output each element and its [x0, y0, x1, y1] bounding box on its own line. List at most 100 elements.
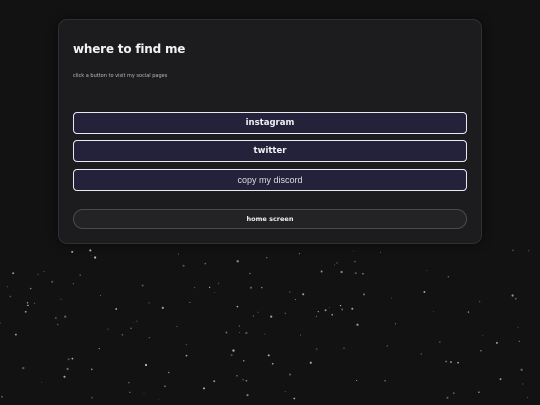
star-dot	[351, 307, 354, 310]
star-dot	[266, 257, 268, 259]
star-dot	[43, 271, 45, 273]
star-dot	[22, 366, 25, 370]
star-dot	[249, 286, 253, 289]
star-dot	[14, 333, 17, 336]
star-dot	[340, 270, 343, 274]
star-dot	[261, 286, 263, 289]
star-dot	[420, 353, 422, 355]
star-dot	[426, 269, 428, 272]
star-dot	[71, 250, 74, 253]
star-dot	[356, 323, 359, 326]
star-dot	[526, 396, 529, 399]
twitter-button[interactable]: twitter	[73, 140, 467, 162]
home-screen-button[interactable]: home screen	[73, 209, 467, 229]
star-dot	[298, 252, 301, 255]
star-dot	[329, 307, 330, 309]
star-dot	[294, 299, 296, 301]
star-dot	[302, 293, 305, 296]
star-dot	[315, 348, 318, 350]
star-dot	[189, 302, 191, 303]
star-dot	[317, 310, 319, 313]
star-dot	[356, 379, 358, 381]
star-dot	[480, 350, 482, 352]
star-dot	[288, 373, 292, 376]
star-dot	[51, 280, 54, 283]
star-dot	[379, 251, 381, 253]
star-dot	[394, 323, 397, 325]
star-dot	[432, 311, 434, 313]
star-dot	[136, 320, 138, 322]
star-dot	[341, 308, 344, 311]
star-dot	[362, 272, 364, 275]
star-dot	[450, 361, 452, 364]
star-dot	[384, 380, 386, 382]
star-dot	[185, 344, 187, 346]
star-dot	[37, 273, 39, 275]
star-dot	[390, 297, 392, 299]
card-subtitle: click a button to visit my social pages	[73, 73, 168, 79]
star-dot	[60, 298, 62, 300]
star-dot	[143, 393, 145, 394]
star-dot	[252, 315, 255, 317]
star-dot	[93, 256, 97, 259]
star-dot	[499, 378, 502, 381]
star-dot	[289, 291, 291, 293]
star-dot	[517, 326, 519, 328]
star-dot	[242, 378, 244, 381]
star-dot	[98, 348, 100, 350]
star-dot	[34, 302, 36, 304]
star-dot	[528, 250, 530, 252]
copy-discord-button[interactable]: copy my discord	[73, 169, 467, 191]
star-dot	[423, 290, 426, 293]
instagram-button[interactable]: instagram	[73, 112, 467, 134]
star-dot	[107, 328, 109, 330]
star-dot	[230, 354, 233, 357]
star-dot	[386, 345, 388, 347]
star-dot	[167, 371, 170, 374]
star-dot	[133, 321, 135, 323]
star-dot	[213, 380, 216, 383]
star-dot	[164, 385, 166, 388]
star-dot	[336, 262, 338, 264]
star-dot	[238, 331, 240, 333]
star-dot	[208, 286, 211, 289]
star-dot	[194, 287, 196, 289]
star-dot	[128, 381, 130, 384]
star-dot	[176, 326, 178, 328]
star-dot	[243, 360, 245, 362]
star-dot	[161, 306, 164, 310]
star-dot	[515, 297, 517, 300]
star-dot	[148, 302, 150, 304]
star-dot	[339, 304, 342, 307]
star-dot	[185, 354, 188, 357]
star-dot	[232, 349, 235, 352]
star-dot	[445, 360, 447, 363]
star-dot	[100, 295, 102, 297]
star-dot	[1, 395, 3, 398]
star-dot	[467, 311, 470, 313]
star-dot	[300, 334, 301, 336]
star-dot	[9, 295, 12, 298]
star-dot	[352, 250, 354, 252]
star-dot	[271, 362, 274, 365]
star-dot	[236, 375, 238, 377]
star-dot	[245, 331, 248, 335]
star-dot	[12, 272, 15, 275]
star-dot	[257, 311, 259, 313]
star-dot	[24, 310, 27, 313]
star-dot	[522, 383, 524, 385]
star-dot	[331, 313, 333, 316]
star-dot	[270, 315, 273, 318]
star-dot	[293, 397, 296, 400]
star-dot	[115, 308, 118, 310]
social-links-card: where to find me click a button to visit…	[58, 19, 482, 244]
star-dot	[29, 287, 32, 290]
star-dot	[238, 325, 240, 327]
star-dot	[438, 341, 441, 343]
star-dot	[203, 387, 205, 390]
star-dot	[267, 354, 270, 357]
star-dot	[518, 340, 520, 343]
star-dot	[0, 322, 1, 324]
star-dot	[334, 264, 336, 266]
star-dot	[57, 323, 59, 326]
